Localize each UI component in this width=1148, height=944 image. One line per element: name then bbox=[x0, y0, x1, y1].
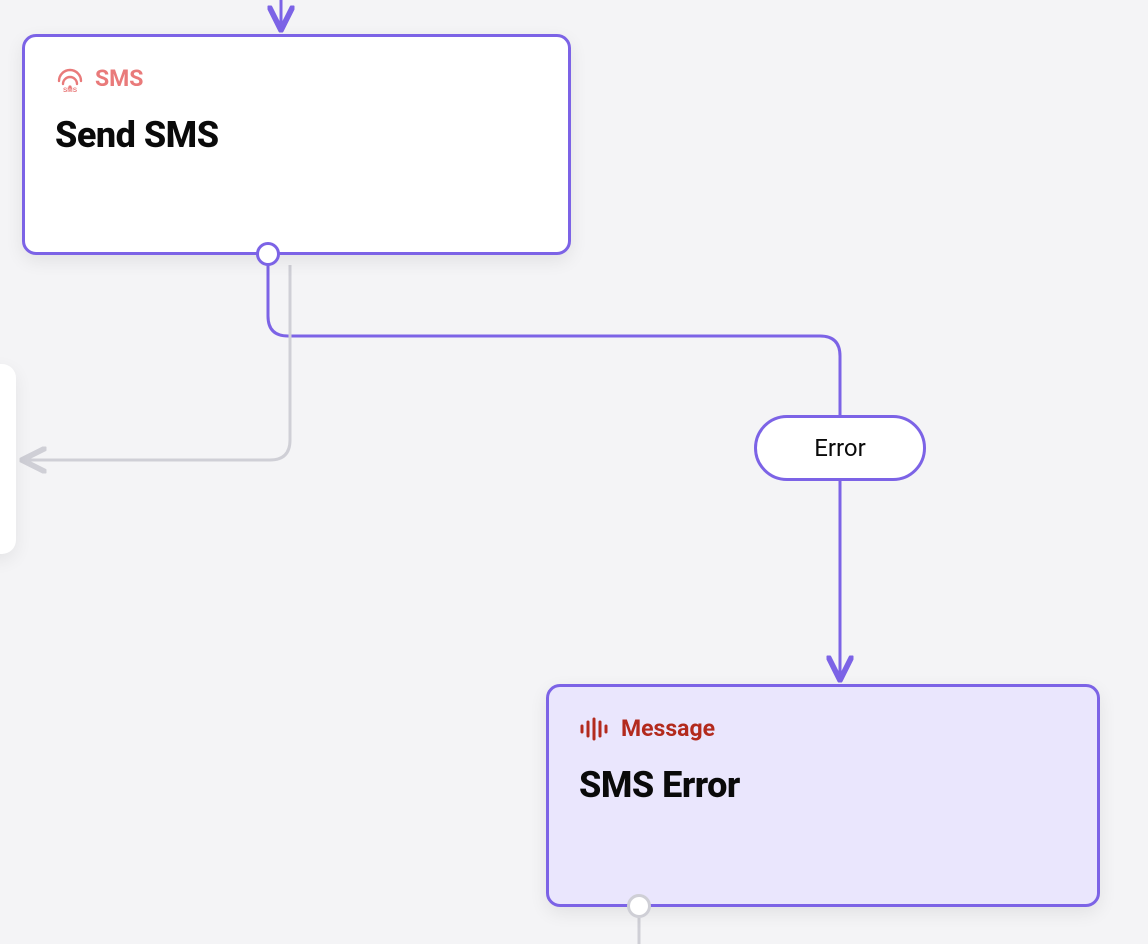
flow-node-send-sms[interactable]: SMS SMS Send SMS bbox=[22, 34, 571, 255]
flow-port-send-sms-out[interactable] bbox=[256, 242, 280, 266]
edge-send-sms-to-sms-error bbox=[268, 265, 840, 678]
svg-text:SMS: SMS bbox=[63, 87, 78, 92]
node-type-label: Message bbox=[621, 715, 715, 742]
node-title: SMS Error bbox=[579, 764, 1067, 806]
flow-node-sms-error[interactable]: Message SMS Error bbox=[546, 684, 1100, 907]
node-type-label: SMS bbox=[95, 65, 143, 92]
flow-port-sms-error-out[interactable] bbox=[627, 894, 651, 918]
sms-icon: SMS bbox=[55, 66, 85, 92]
node-type-row: Message bbox=[579, 715, 1067, 742]
flow-node-fragment[interactable] bbox=[0, 364, 16, 554]
edge-send-sms-to-left-node bbox=[24, 265, 290, 460]
node-title: Send SMS bbox=[55, 114, 538, 156]
node-type-row: SMS SMS bbox=[55, 65, 538, 92]
edge-label-error[interactable]: Error bbox=[754, 415, 926, 481]
audio-waveform-icon bbox=[579, 717, 611, 741]
edge-label-text: Error bbox=[814, 434, 866, 462]
